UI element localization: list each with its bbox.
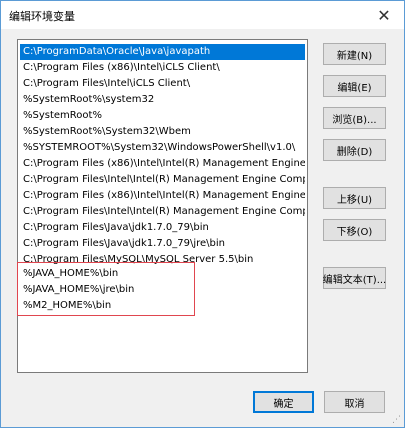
path-list-item[interactable]: C:\Program Files\Intel\iCLS Client\ [20,76,305,92]
edit-text-button[interactable]: 编辑文本(T)... [323,267,386,289]
path-list-item[interactable]: C:\Program Files\Java\jdk1.7.0_79\jre\bi… [20,236,305,252]
path-list-item[interactable]: %SystemRoot%\System32\Wbem [20,124,305,140]
close-icon[interactable]: ✕ [370,4,398,26]
browse-button[interactable]: 浏览(B)... [323,107,386,129]
path-list-item[interactable]: C:\Program Files (x86)\Intel\Intel(R) Ma… [20,188,305,204]
path-list-item[interactable]: C:\Program Files\Intel\Intel(R) Manageme… [20,204,305,220]
path-list-item[interactable]: C:\Program Files\Intel\Intel(R) Manageme… [20,172,305,188]
new-button[interactable]: 新建(N) [323,43,386,65]
ok-button[interactable]: 确定 [253,391,314,413]
path-list-item[interactable]: C:\Program Files (x86)\Intel\Intel(R) Ma… [20,156,305,172]
edit-button[interactable]: 编辑(E) [323,75,386,97]
path-list-item[interactable]: %SystemRoot% [20,108,305,124]
move-down-button[interactable]: 下移(O) [323,219,386,241]
edit-env-var-dialog: 编辑环境变量 ✕ C:\ProgramData\Oracle\Java\java… [0,0,405,428]
path-list[interactable]: C:\ProgramData\Oracle\Java\javapath C:\Pr… [17,39,308,373]
path-list-item[interactable]: C:\Program Files (x86)\Intel\iCLS Client… [20,60,305,76]
dialog-title: 编辑环境变量 [9,10,75,23]
delete-button[interactable]: 删除(D) [323,139,386,161]
resize-grip-icon[interactable]: ⋰ [392,415,402,425]
path-list-item[interactable]: C:\ProgramData\Oracle\Java\javapath [20,44,305,60]
annotation-box [17,262,195,316]
path-list-item[interactable]: %SystemRoot%\system32 [20,92,305,108]
move-up-button[interactable]: 上移(U) [323,187,386,209]
cancel-button[interactable]: 取消 [324,391,385,413]
path-list-item[interactable]: %SYSTEMROOT%\System32\WindowsPowerShell\… [20,140,305,156]
title-bar[interactable]: 编辑环境变量 ✕ [1,1,404,29]
path-list-item[interactable]: C:\Program Files\Java\jdk1.7.0_79\bin [20,220,305,236]
